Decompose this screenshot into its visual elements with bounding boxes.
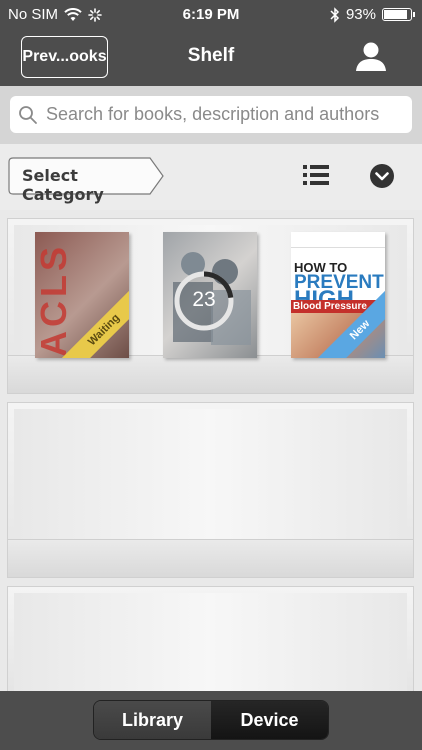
tab-bar: Library Device xyxy=(0,691,422,750)
shelf-ledge xyxy=(8,355,413,393)
search-icon xyxy=(19,105,37,124)
download-progress: 23 xyxy=(173,270,235,332)
search-input[interactable] xyxy=(46,104,406,125)
battery-icon xyxy=(382,8,415,21)
battery-percent: 93% xyxy=(345,6,376,23)
book-high-blood-pressure[interactable]: HOW TO PREVENT HIGH Blood Pressure New xyxy=(291,232,385,358)
search-bar xyxy=(0,86,422,144)
tab-device[interactable]: Device xyxy=(211,701,328,739)
person-icon[interactable] xyxy=(354,40,388,74)
book-cover-title: ACLS xyxy=(35,243,74,357)
navigation-bar: Prev...ooks Shelf xyxy=(0,30,422,86)
shelf-2 xyxy=(7,402,414,578)
bluetooth-icon xyxy=(330,6,340,23)
search-box[interactable] xyxy=(10,96,412,133)
category-label: Select Category xyxy=(22,166,104,204)
list-view-icon[interactable] xyxy=(303,163,329,187)
progress-label: 23 xyxy=(192,288,216,311)
status-bar: No SIM 6:19 PM 93% xyxy=(0,0,422,30)
book-acls[interactable]: ACLS Waiting xyxy=(35,232,129,358)
book-publisher-strip xyxy=(291,232,385,248)
select-category-button[interactable]: Select Category xyxy=(8,157,164,204)
shelf-back xyxy=(14,409,407,539)
shelf-back xyxy=(14,593,407,695)
shelf-3 xyxy=(7,586,414,696)
battery-fill xyxy=(384,10,408,19)
chevron-down-circle-icon[interactable] xyxy=(370,164,394,188)
status-right: 93% xyxy=(330,6,415,23)
library-device-segmented-control: Library Device xyxy=(93,700,329,740)
shelf-ledge xyxy=(8,539,413,577)
tab-library[interactable]: Library xyxy=(94,701,211,739)
